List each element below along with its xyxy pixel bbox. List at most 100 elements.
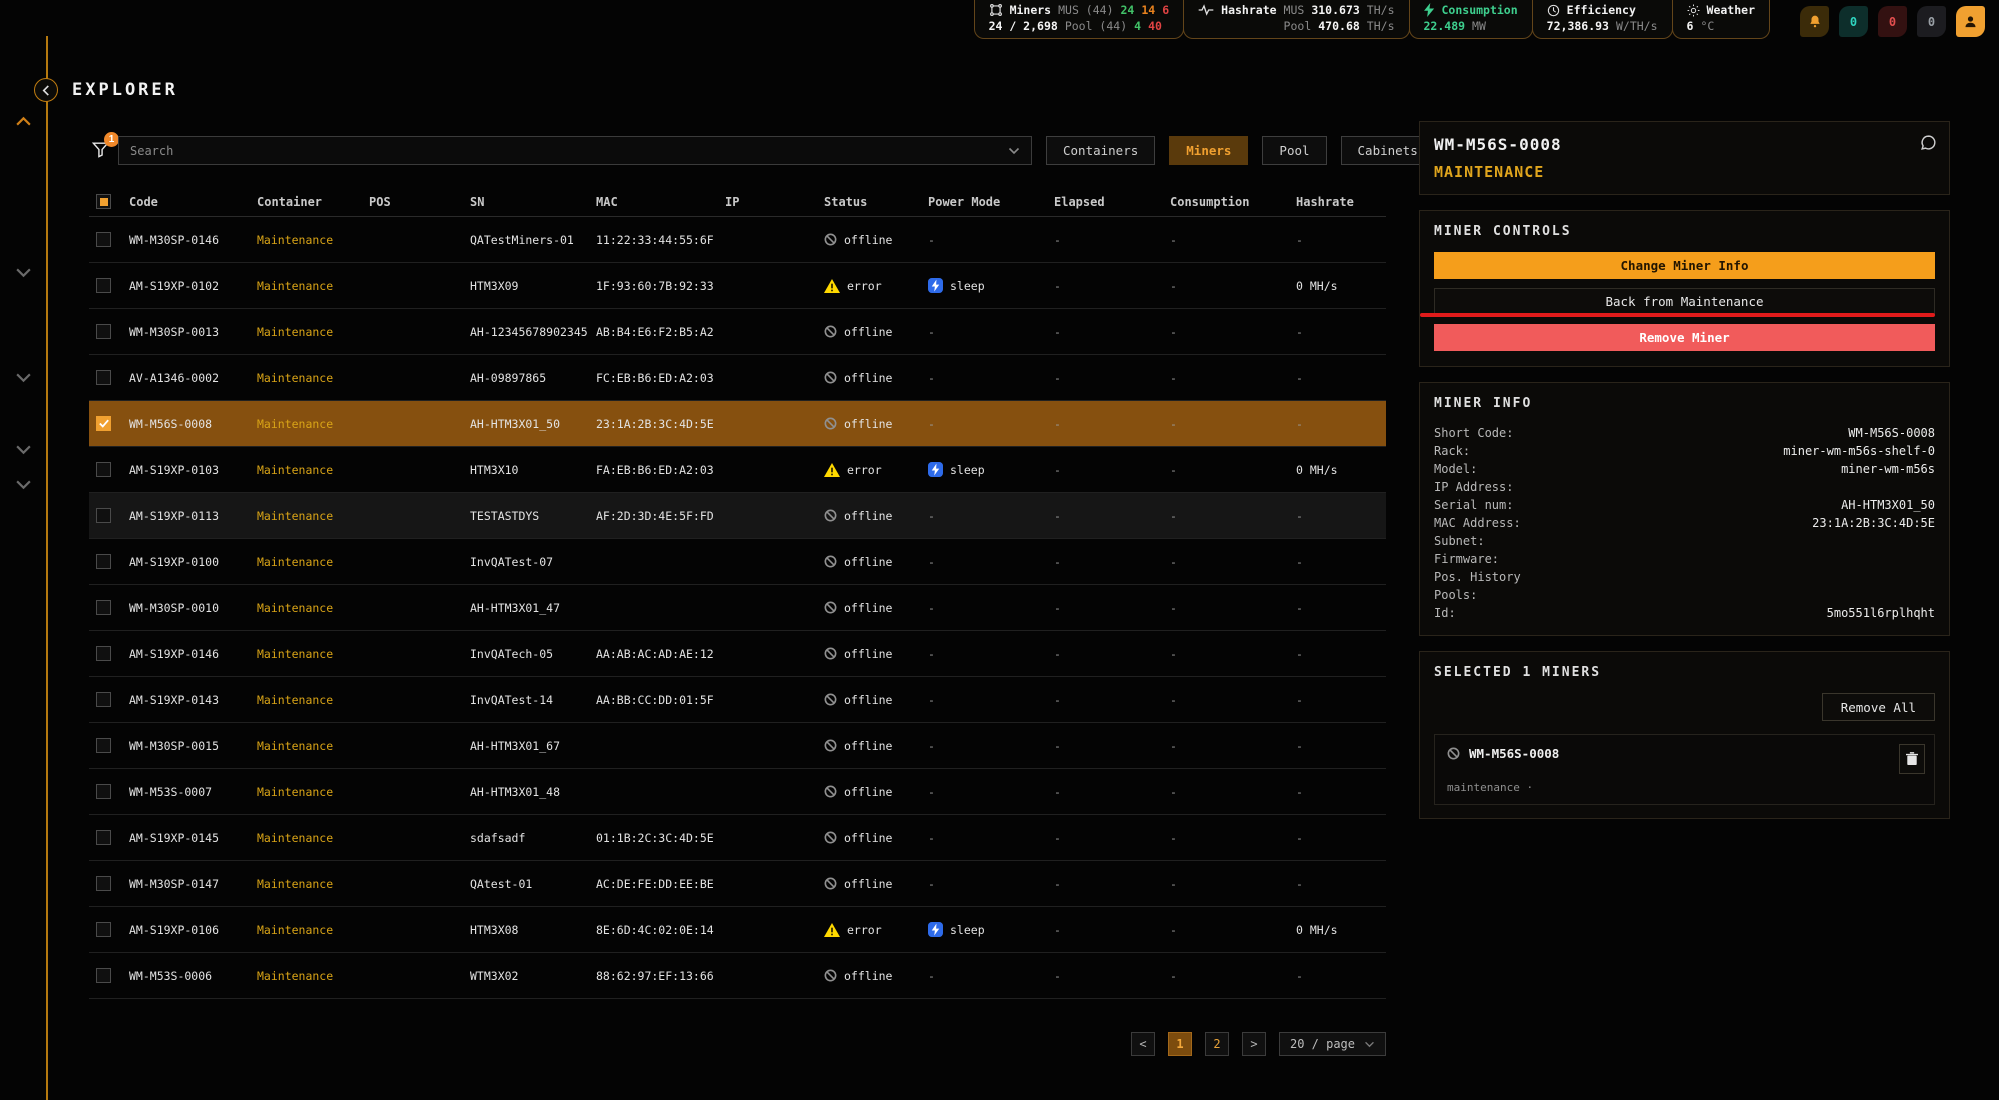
status-label: error [847, 923, 882, 937]
hashrate-mus-unit: TH/s [1367, 3, 1395, 17]
hashrate-cell: - [1296, 785, 1386, 799]
table-row[interactable]: AM-S19XP-0145Maintenancesdafsadf01:1B:2C… [89, 815, 1386, 861]
row-checkbox[interactable] [96, 922, 111, 937]
page-1-button[interactable]: 1 [1168, 1032, 1192, 1056]
table-row[interactable]: AM-S19XP-0113MaintenanceTESTASTDYSAF:2D:… [89, 493, 1386, 539]
table-row[interactable]: AM-S19XP-0103MaintenanceHTM3X10FA:EB:B6:… [89, 447, 1386, 493]
row-checkbox[interactable] [96, 830, 111, 845]
table-row[interactable]: WM-M30SP-0146MaintenanceQATestMiners-011… [89, 217, 1386, 263]
tab-pool[interactable]: Pool [1262, 136, 1326, 165]
search-input[interactable] [130, 144, 1008, 158]
red-counter-badge[interactable]: 0 [1878, 6, 1907, 37]
table-row[interactable]: AV-A1346-0002MaintenanceAH-09897865FC:EB… [89, 355, 1386, 401]
table-row[interactable]: WM-M53S-0007MaintenanceAH-HTM3X01_48offl… [89, 769, 1386, 815]
rail-expand-down-button-3[interactable] [15, 443, 32, 458]
remove-miner-button[interactable]: Remove Miner [1434, 324, 1935, 351]
row-checkbox[interactable] [96, 462, 111, 477]
hashrate-cell: - [1296, 417, 1386, 431]
rail-collapse-up-button[interactable] [15, 115, 32, 130]
row-checkbox[interactable] [96, 370, 111, 385]
status-label: offline [844, 877, 892, 891]
table-row[interactable]: AM-S19XP-0106MaintenanceHTM3X088E:6D:4C:… [89, 907, 1386, 953]
comment-button[interactable] [1920, 134, 1937, 154]
hashrate-cell: - [1296, 969, 1386, 983]
table-row[interactable]: WM-M30SP-0010MaintenanceAH-HTM3X01_47off… [89, 585, 1386, 631]
row-checkbox[interactable] [96, 646, 111, 661]
row-checkbox[interactable] [96, 554, 111, 569]
row-checkbox-cell [89, 692, 129, 707]
page-size-value: 20 / page [1290, 1037, 1355, 1051]
search-box[interactable] [118, 136, 1032, 165]
rail-expand-down-button-4[interactable] [15, 478, 32, 493]
rail-expand-down-button-2[interactable] [15, 371, 32, 386]
user-icon [1963, 14, 1978, 29]
back-from-maintenance-button[interactable]: Back from Maintenance [1434, 288, 1935, 315]
page-size-select[interactable]: 20 / page [1279, 1032, 1386, 1056]
row-checkbox[interactable] [96, 692, 111, 707]
row-checkbox[interactable] [96, 324, 111, 339]
change-miner-info-button[interactable]: Change Miner Info [1434, 252, 1935, 279]
miner-detail-panel: WM-M56S-0008 MAINTENANCE MINER CONTROLS … [1419, 121, 1950, 819]
code-cell: WM-M56S-0008 [129, 417, 257, 431]
tab-miners[interactable]: Miners [1169, 136, 1248, 165]
code-cell: WM-M53S-0007 [129, 785, 257, 799]
tab-containers[interactable]: Containers [1046, 136, 1155, 165]
hashrate-cell: - [1296, 647, 1386, 661]
delete-selected-button[interactable] [1899, 744, 1925, 774]
mac-cell: 88:62:97:EF:13:66 [596, 969, 725, 983]
row-checkbox[interactable] [96, 784, 111, 799]
user-profile-button[interactable] [1956, 6, 1985, 37]
container-cell: Maintenance [257, 279, 369, 293]
consumption-cell: - [1170, 693, 1296, 707]
weather-sun-icon [1687, 4, 1700, 17]
next-page-button[interactable]: > [1242, 1032, 1266, 1056]
table-row[interactable]: AM-S19XP-0146MaintenanceInvQATech-05AA:A… [89, 631, 1386, 677]
notifications-bell-button[interactable] [1800, 6, 1829, 37]
table-row[interactable]: WM-M56S-0008MaintenanceAH-HTM3X01_5023:1… [89, 401, 1386, 447]
power-mode-label: - [928, 601, 935, 615]
back-button[interactable] [34, 78, 58, 102]
container-cell: Maintenance [257, 969, 369, 983]
row-checkbox[interactable] [96, 876, 111, 891]
red-indicator-line [1420, 313, 1935, 317]
consumption-cell: - [1170, 279, 1296, 293]
select-all-checkbox[interactable] [96, 194, 111, 209]
row-checkbox[interactable] [96, 232, 111, 247]
row-checkbox[interactable] [96, 738, 111, 753]
info-row: MAC Address:23:1A:2B:3C:4D:5E [1434, 514, 1935, 532]
efficiency-value: 72,386.93 [1547, 19, 1609, 33]
status-cell: offline [824, 647, 928, 661]
table-row[interactable]: AM-S19XP-0100MaintenanceInvQATest-07offl… [89, 539, 1386, 585]
chevron-down-icon[interactable] [1008, 147, 1020, 155]
status-label: error [847, 463, 882, 477]
row-checkbox-cell [89, 508, 129, 523]
table-row[interactable]: AM-S19XP-0102MaintenanceHTM3X091F:93:60:… [89, 263, 1386, 309]
row-checkbox[interactable] [96, 278, 111, 293]
teal-counter-badge[interactable]: 0 [1839, 6, 1868, 37]
hashrate-cell: - [1296, 509, 1386, 523]
table-row[interactable]: AM-S19XP-0143MaintenanceInvQATest-14AA:B… [89, 677, 1386, 723]
row-checkbox[interactable] [96, 416, 111, 431]
filter-button[interactable]: 1 [88, 139, 112, 163]
gray-counter-badge[interactable]: 0 [1917, 6, 1946, 37]
miner-status-label: MAINTENANCE [1434, 163, 1935, 181]
table-row[interactable]: WM-M30SP-0147MaintenanceQAtest-01AC:DE:F… [89, 861, 1386, 907]
table-row[interactable]: WM-M53S-0006MaintenanceWTM3X0288:62:97:E… [89, 953, 1386, 999]
consumption-unit: MW [1472, 19, 1486, 33]
code-cell: WM-M30SP-0147 [129, 877, 257, 891]
rail-expand-down-button-1[interactable] [15, 266, 32, 281]
table-row[interactable]: WM-M30SP-0013MaintenanceAH-1234567890234… [89, 309, 1386, 355]
container-cell: Maintenance [257, 693, 369, 707]
row-checkbox[interactable] [96, 508, 111, 523]
table-header: CodeContainerPOSSNMACIPStatusPower ModeE… [89, 187, 1386, 217]
elapsed-cell: - [1054, 509, 1170, 523]
table-row[interactable]: WM-M30SP-0015MaintenanceAH-HTM3X01_67off… [89, 723, 1386, 769]
mac-cell: AA:AB:AC:AD:AE:12 [596, 647, 725, 661]
remove-all-button[interactable]: Remove All [1822, 693, 1935, 721]
sn-cell: AH-HTM3X01_47 [470, 601, 596, 615]
row-checkbox[interactable] [96, 600, 111, 615]
sn-cell: AH-HTM3X01_67 [470, 739, 596, 753]
prev-page-button[interactable]: < [1131, 1032, 1155, 1056]
row-checkbox[interactable] [96, 968, 111, 983]
page-2-button[interactable]: 2 [1205, 1032, 1229, 1056]
